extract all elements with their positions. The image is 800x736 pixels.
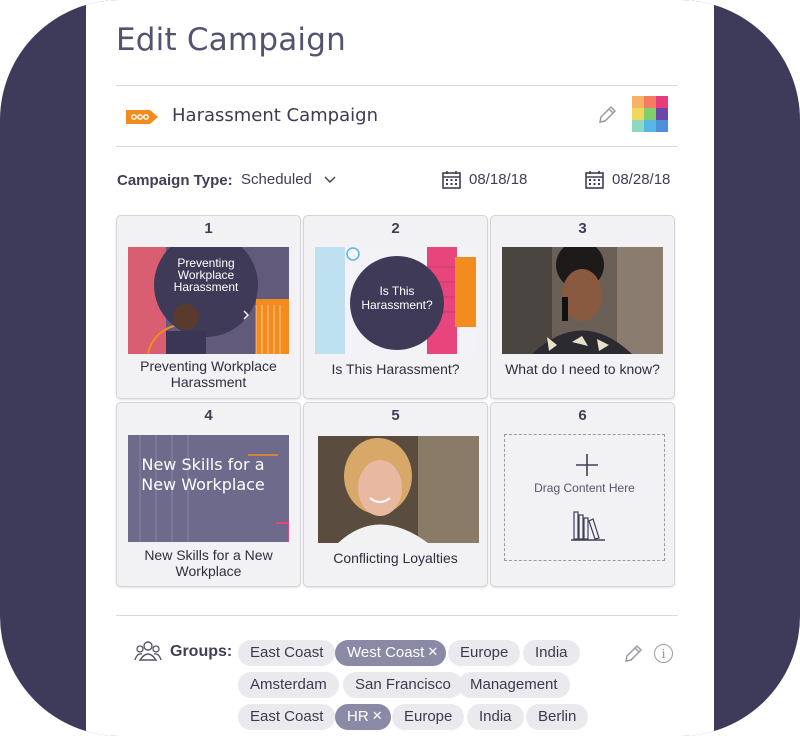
- group-chip[interactable]: Amsterdam: [238, 672, 339, 698]
- content-tile-2[interactable]: 2 Is This Harassment? Is This Harassment…: [303, 215, 488, 399]
- group-chip[interactable]: India: [523, 640, 580, 666]
- group-chip[interactable]: San Francisco: [343, 672, 463, 698]
- tile-number: 5: [391, 407, 400, 424]
- content-tile-3[interactable]: 3 What do I need to know?: [490, 215, 675, 399]
- tile-caption: What do I need to know?: [505, 361, 660, 377]
- tile-caption: Conflicting Loyalties: [333, 550, 458, 566]
- plus-icon: [576, 454, 598, 476]
- color-swatch[interactable]: [656, 120, 668, 132]
- campaign-name: Harassment Campaign: [172, 105, 378, 126]
- group-chip-label: HR: [347, 708, 369, 725]
- color-swatch[interactable]: [632, 108, 644, 120]
- color-swatch[interactable]: [632, 120, 644, 132]
- group-chip[interactable]: East Coast: [238, 704, 336, 730]
- thumbnail-new-skills: New Skills for a New Workplace: [128, 435, 289, 542]
- tile-number: 2: [391, 220, 400, 237]
- content-tile-1[interactable]: 1 Preventing Workplace Harassment Preven…: [116, 215, 301, 399]
- content-tile-6-empty[interactable]: 6 Drag Content Here: [490, 402, 675, 587]
- tile-caption: Is This Harassment?: [331, 361, 460, 377]
- thumbnail-title: Preventing Workplace Harassment: [173, 256, 239, 294]
- group-chip[interactable]: East Coast: [238, 640, 336, 666]
- color-swatch[interactable]: [632, 96, 644, 108]
- tag-icon: [126, 110, 158, 124]
- content-tile-5[interactable]: 5 Conflicting Loyalties: [303, 402, 488, 587]
- content-tile-4[interactable]: 4 New Skills for a New Workplace New Ski…: [116, 402, 301, 587]
- chevron-down-icon[interactable]: [324, 176, 336, 184]
- divider: [116, 615, 678, 616]
- info-icon[interactable]: i: [654, 644, 673, 663]
- divider: [116, 146, 678, 147]
- tile-caption: Preventing Workplace Harassment: [140, 358, 277, 390]
- tile-number: 6: [578, 407, 587, 424]
- campaign-type-label: Campaign Type:: [117, 172, 233, 189]
- group-users-icon: [134, 641, 162, 661]
- color-swatch[interactable]: [644, 120, 656, 132]
- thumbnail-preventing-harassment: Preventing Workplace Harassment: [128, 247, 289, 354]
- thumbnail-is-this-harassment: Is This Harassment?: [315, 247, 476, 354]
- end-date[interactable]: 08/28/18: [612, 171, 670, 188]
- start-date[interactable]: 08/18/18: [469, 171, 527, 188]
- edit-groups-pencil-icon[interactable]: [622, 643, 644, 665]
- color-swatch[interactable]: [656, 96, 668, 108]
- color-swatch[interactable]: [656, 108, 668, 120]
- tile-number: 1: [204, 220, 213, 237]
- group-chip-selected[interactable]: HR ✕: [335, 704, 391, 730]
- library-books-icon: [571, 511, 605, 541]
- remove-chip-icon[interactable]: ✕: [372, 703, 383, 729]
- group-chip[interactable]: Management: [458, 672, 570, 698]
- calendar-icon[interactable]: [442, 170, 461, 189]
- group-chip-label: West Coast: [347, 644, 425, 661]
- thumbnail-title: Is This Harassment?: [361, 284, 433, 312]
- edit-campaign-pencil-icon[interactable]: [596, 104, 618, 126]
- group-chip[interactable]: Berlin: [526, 704, 589, 730]
- group-chip-selected[interactable]: West Coast ✕: [335, 639, 447, 666]
- group-chip[interactable]: India: [467, 704, 524, 730]
- campaign-type-select[interactable]: Scheduled: [241, 171, 312, 188]
- tile-number: 3: [578, 220, 587, 237]
- tile-caption: New Skills for a New Workplace: [144, 547, 273, 579]
- tile-number: 4: [204, 407, 213, 424]
- group-chip[interactable]: Europe: [392, 704, 465, 730]
- thumbnail-what-do-i-need-to-know: [502, 247, 663, 354]
- color-swatch[interactable]: [644, 108, 656, 120]
- divider: [116, 85, 678, 86]
- edit-campaign-panel: Edit Campaign Harassment Campaign Campai…: [86, 0, 714, 736]
- color-picker-grid[interactable]: [632, 96, 668, 132]
- page-title: Edit Campaign: [116, 22, 346, 58]
- drag-drop-zone[interactable]: Drag Content Here: [504, 434, 665, 561]
- groups-label: Groups:: [170, 643, 233, 660]
- dropzone-label: Drag Content Here: [534, 481, 635, 495]
- remove-chip-icon[interactable]: ✕: [427, 639, 438, 665]
- group-chip[interactable]: Europe: [448, 640, 521, 666]
- rounded-frame: Edit Campaign Harassment Campaign Campai…: [0, 0, 800, 736]
- thumbnail-conflicting-loyalties: [318, 436, 479, 543]
- calendar-icon[interactable]: [585, 170, 604, 189]
- thumbnail-title: New Skills for a New Workplace: [141, 455, 265, 494]
- color-swatch[interactable]: [644, 96, 656, 108]
